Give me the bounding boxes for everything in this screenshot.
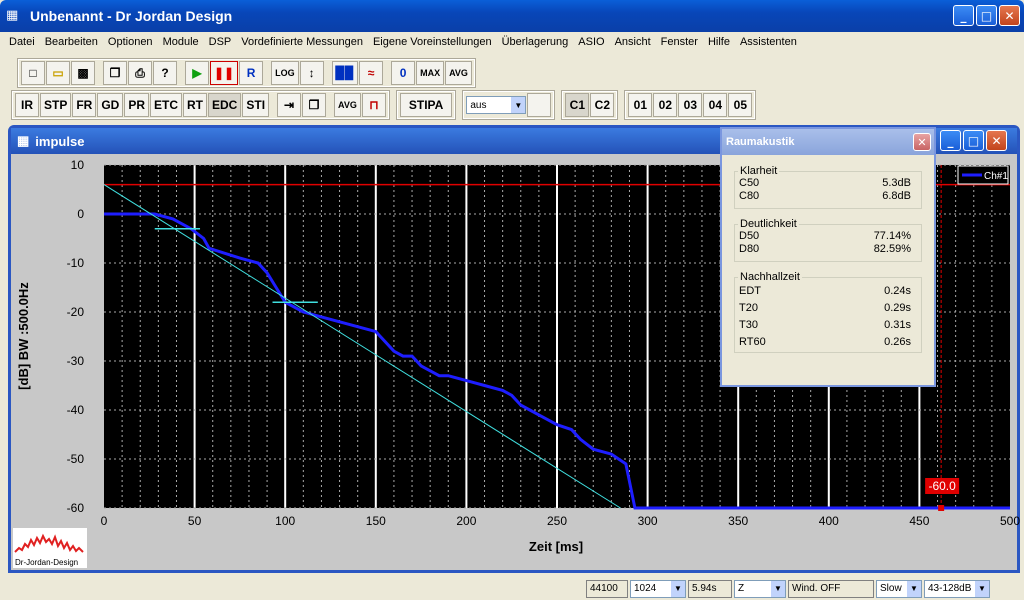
t30-row: T30 0.31s [735,317,921,334]
y-tick-label: -50 [67,452,85,466]
d80-label: D80 [739,243,760,255]
c80-row: C80 6.8dB [735,190,921,203]
y-tick-label: -30 [67,354,85,368]
d50-row: D50 77.14% [735,230,921,243]
status-time: 5.94s [688,579,732,598]
x-tick-label: 50 [188,514,202,528]
x-tick-label: 400 [819,514,839,528]
c50-row: C50 5.3dB [735,177,921,190]
range-value: 43-128dB [928,583,972,594]
x-tick-label: 350 [728,514,748,528]
t30-label: T30 [739,319,758,331]
legend-label: Ch#1 [984,171,1008,182]
klarheit-label: Klarheit [740,165,778,177]
x-tick-label: 500 [1000,514,1020,528]
cursor-handle [938,505,945,511]
y-tick-label: -20 [67,305,85,319]
t20-label: T20 [739,302,758,314]
rt60-label: RT60 [739,336,766,348]
chevron-down-icon: ▼ [671,580,685,597]
deutlichkeit-label: Deutlichkeit [740,218,797,230]
status-wind: Wind. OFF [788,579,874,598]
t20-row: T20 0.29s [735,300,921,317]
x-tick-label: 100 [275,514,295,528]
raumakustik-panel: Raumakustik ✕ Klarheit C50 5.3dB C80 6.8dB… [720,127,936,387]
fft-size-value: 1024 [634,583,657,594]
c80-label: C80 [739,190,760,202]
d50-label: D50 [739,230,760,242]
x-tick-label: 300 [638,514,658,528]
y-tick-label: 0 [77,207,84,221]
klarheit-group: Klarheit C50 5.3dB C80 6.8dB [734,165,922,209]
logo-waveform [14,533,84,553]
d50-value: 77.14% [873,230,911,242]
y-tick-label: -40 [67,403,85,417]
dr-jordan-logo: Dr-Jordan-Design [13,528,87,568]
c50-value: 5.3dB [882,177,911,189]
chevron-down-icon: ▼ [771,580,785,597]
raumakustik-title: Raumakustik [722,129,934,155]
x-tick-label: 250 [547,514,567,528]
nachhallzeit-label: Nachhallzeit [740,271,800,283]
y-tick-label: -10 [67,256,85,270]
x-tick-label: 0 [101,514,108,528]
edt-row: EDT 0.24s [735,283,921,300]
fft-size-select[interactable]: 1024 ▼ [630,579,686,598]
c80-value: 6.8dB [882,190,911,202]
chevron-down-icon: ▼ [907,580,921,597]
weighting-select[interactable]: Z ▼ [734,579,786,598]
cursor-label: -60.0 [928,479,956,493]
t20-value: 0.29s [884,302,911,314]
raumakustik-close-button[interactable]: ✕ [913,133,931,151]
rt60-row: RT60 0.26s [735,334,921,351]
d80-value: 82.59% [873,243,911,255]
x-tick-label: 150 [366,514,386,528]
rt60-value: 0.26s [884,336,911,348]
x-axis-label: Zeit [ms] [529,539,583,554]
y-tick-label: 10 [71,158,85,172]
x-tick-label: 450 [909,514,929,528]
logo-text: Dr-Jordan-Design [15,558,79,567]
x-tick-label: 200 [456,514,476,528]
t30-value: 0.31s [884,319,911,331]
edt-value: 0.24s [884,285,911,297]
nachhallzeit-group: Nachhallzeit EDT 0.24s T20 0.29s T30 0.31s … [734,271,922,353]
c50-label: C50 [739,177,760,189]
status-sample-rate: 44100 [586,579,628,598]
status-bar: 44100 1024 ▼ 5.94s Z ▼ Wind. OFF Slow ▼ 43-… [0,577,1024,600]
speed-value: Slow [880,583,902,594]
deutlichkeit-group: Deutlichkeit D50 77.14% D80 82.59% [734,218,922,262]
d80-row: D80 82.59% [735,243,921,256]
edt-label: EDT [739,285,761,297]
y-axis-label: [dB] BW :500.0Hz [16,282,31,390]
speed-select[interactable]: Slow ▼ [876,579,922,598]
chevron-down-icon: ▼ [975,580,989,597]
weighting-value: Z [738,583,745,594]
range-select[interactable]: 43-128dB ▼ [924,579,990,598]
y-tick-label: -60 [67,501,85,515]
